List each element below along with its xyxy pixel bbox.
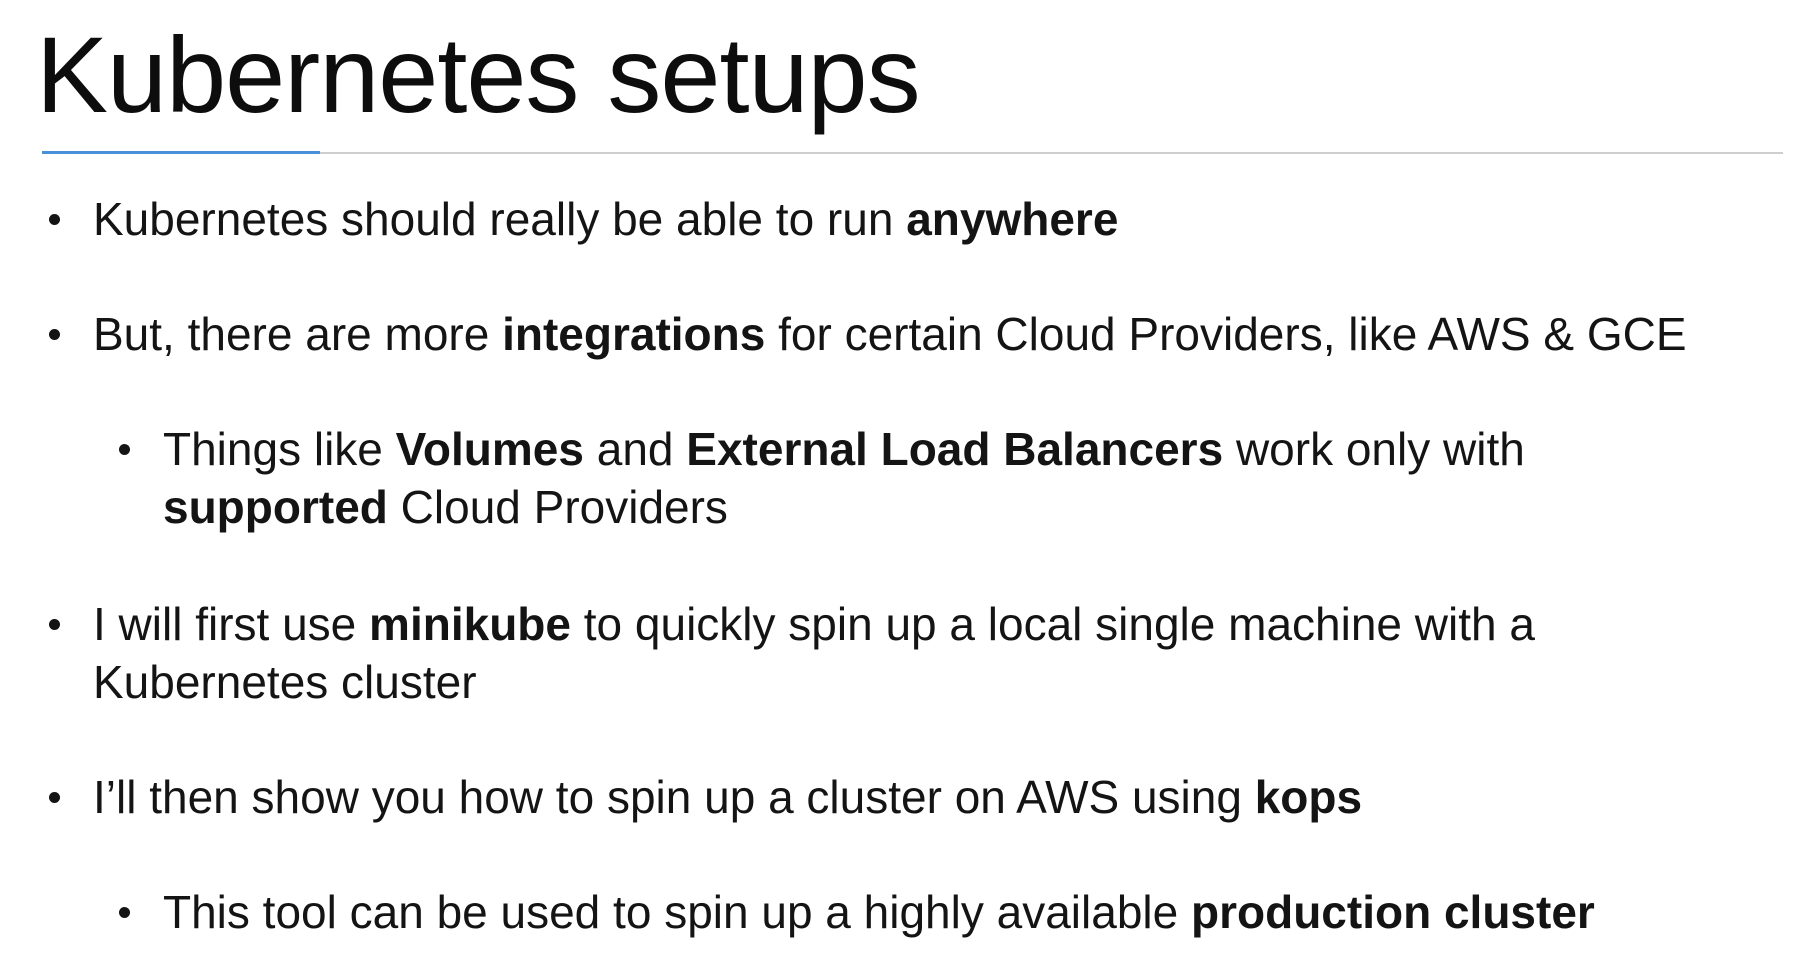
bullet-emphasis: External Load Balancers xyxy=(686,423,1224,475)
bullet-line: Kubernetes cluster xyxy=(93,653,477,711)
bullet-line: I will first use minikube to quickly spi… xyxy=(93,595,1535,653)
bullet-text: and xyxy=(583,423,687,475)
bullet-text: Kubernetes should really be able to run xyxy=(93,193,907,245)
bullet-emphasis: Volumes xyxy=(395,423,584,475)
bullet-line: I’ll then show you how to spin up a clus… xyxy=(93,768,1362,826)
slide: Kubernetes setups Kubernetes should real… xyxy=(0,0,1809,954)
bullet-emphasis: production cluster xyxy=(1191,886,1595,938)
bullet-line: But, there are more integrations for cer… xyxy=(93,305,1687,363)
bullet-text: Cloud Providers xyxy=(387,481,728,533)
bullet-text: Kubernetes cluster xyxy=(93,656,477,708)
bullet-emphasis: minikube xyxy=(369,598,571,650)
bullet-emphasis: anywhere xyxy=(906,193,1119,245)
slide-title: Kubernetes setups xyxy=(36,14,921,135)
bullet-text: Things like xyxy=(163,423,396,475)
bullet-line: supported Cloud Providers xyxy=(163,478,728,536)
bullet-text: to quickly spin up a local single machin… xyxy=(570,598,1535,650)
bullet-text: I will first use xyxy=(93,598,370,650)
bullet-text: But, there are more xyxy=(93,308,503,360)
bullet-emphasis: kops xyxy=(1254,771,1363,823)
bullet-line: This tool can be used to spin up a highl… xyxy=(163,883,1595,941)
bullet-emphasis: integrations xyxy=(502,308,766,360)
bullet-text: This tool can be used to spin up a highl… xyxy=(163,886,1191,938)
bullet-dot-icon xyxy=(119,907,130,918)
title-divider-accent xyxy=(42,151,320,154)
bullet-line: Things like Volumes and External Load Ba… xyxy=(163,420,1525,478)
bullet-text: work only with xyxy=(1223,423,1525,475)
bullet-dot-icon xyxy=(49,214,60,225)
bullet-emphasis: supported xyxy=(163,481,388,533)
bullet-line: Kubernetes should really be able to run … xyxy=(93,190,1118,248)
bullet-dot-icon xyxy=(119,444,130,455)
bullet-text: I’ll then show you how to spin up a clus… xyxy=(93,771,1255,823)
bullet-text: for certain Cloud Providers, like AWS & … xyxy=(765,308,1687,360)
bullet-dot-icon xyxy=(49,619,60,630)
bullet-dot-icon xyxy=(49,792,60,803)
bullet-dot-icon xyxy=(49,329,60,340)
